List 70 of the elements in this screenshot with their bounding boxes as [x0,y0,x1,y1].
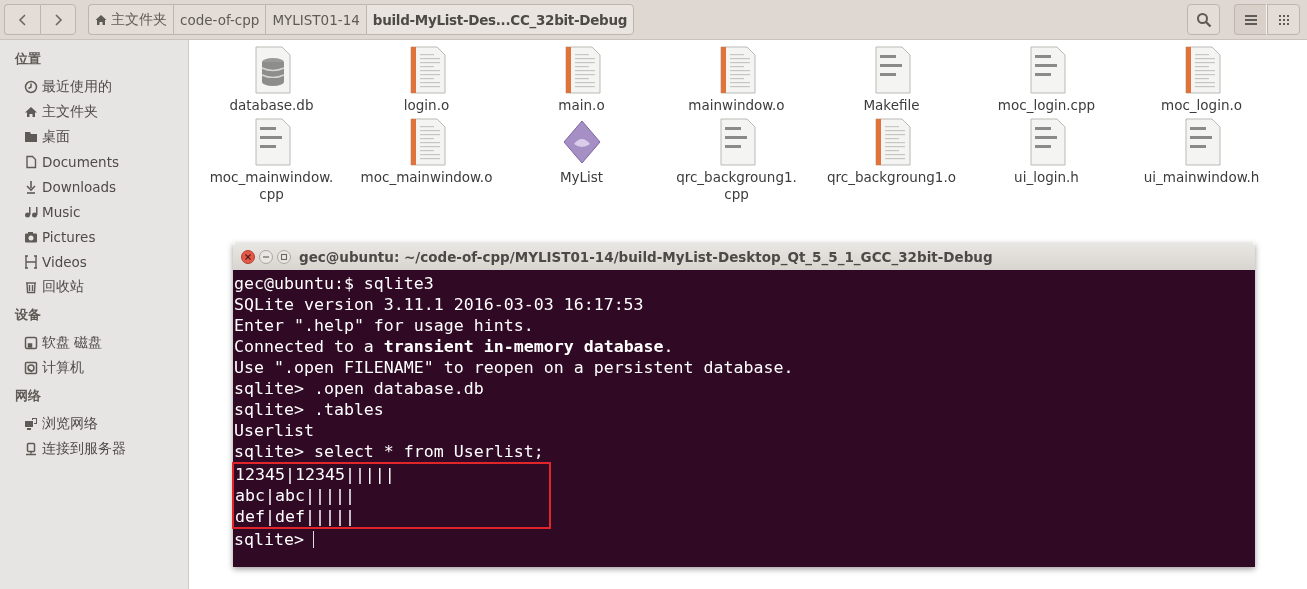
home-icon [95,13,107,26]
sidebar-item[interactable]: 最近使用的 [24,74,112,99]
home-icon [24,104,38,119]
section-heading: 网络 [14,387,42,405]
file-name[interactable]: moc_mainwindow.o [360,169,493,186]
file-name[interactable]: database.db [229,97,314,114]
terminal-line: 12345|12345||||| [235,464,395,485]
terminal-line: def|def||||| [235,506,355,527]
file-name[interactable]: moc_login.cpp [997,97,1096,114]
grid-view-button[interactable] [1267,4,1300,35]
sidebar-item[interactable]: Pictures [24,224,96,249]
terminal-line: SQLite version 3.11.1 2016-03-03 16:17:53 [234,294,644,315]
sidebar-item[interactable]: Downloads [24,174,117,199]
path-button[interactable]: build-MyList-Des...CC_32bit-Debug [365,4,635,35]
section-heading: 位置 [13,50,42,68]
list-view-button[interactable] [1234,4,1267,35]
terminal-line: sqlite> [234,529,304,550]
maximize-button[interactable] [277,249,291,264]
camera-icon [24,229,38,244]
download-icon [24,179,38,194]
file-name[interactable]: moc_mainwindow. cpp [209,169,334,203]
file-name[interactable]: ui_mainwindow.h [1143,169,1260,186]
text-cursor [312,531,314,548]
section-heading: 设备 [14,306,42,324]
terminal-line: sqlite> .open database.db [234,378,484,399]
film-icon [24,254,38,269]
sidebar-item[interactable]: Videos [24,249,87,274]
drive-icon [24,335,38,350]
sidebar-item[interactable]: Music [24,199,81,224]
server-icon [24,441,38,456]
document-icon [24,154,38,169]
search-icon [1195,11,1212,28]
computer-icon [24,360,38,375]
sidebar-item[interactable]: 浏览网络 [24,411,98,436]
trash-icon [24,279,38,294]
terminal-line: abc|abc||||| [235,485,355,506]
path-button[interactable]: MYLIST01-14 [265,4,366,35]
search-button[interactable] [1187,4,1220,35]
file-name[interactable]: main.o [558,97,605,114]
diamond-icon [561,118,602,166]
terminal-line: gec@ubuntu:$ sqlite3 [234,273,434,294]
terminal-line: sqlite> select * from Userlist; [234,441,544,462]
window-title: gec@ubuntu: ~/code-of-cpp/MYLIST01-14/build-MyList-Desktop_Qt_5_5_1_GCC_32bit-Debug [299,248,993,265]
close-button[interactable] [241,249,255,264]
music-icon [24,204,38,219]
sidebar-item[interactable]: 回收站 [24,274,84,299]
path-button[interactable]: code-of-cpp [173,4,266,35]
terminal-line: Userlist [234,420,314,441]
file-name[interactable]: mainwindow.o [688,97,785,114]
sidebar-item[interactable]: 连接到服务器 [24,436,126,461]
path-button[interactable]: 主文件夹 [88,4,173,35]
folder-icon [24,129,38,144]
terminal-line: Enter ".help" for usage hints. [234,315,534,336]
network-icon [24,416,38,431]
terminal-line: sqlite> .tables [234,399,384,420]
file-name[interactable]: qrc_backgroung1. cpp [676,169,797,203]
file-name[interactable]: MyList [559,169,604,186]
file-name[interactable]: Makefile [863,97,920,114]
sidebar-item[interactable]: 计算机 [24,355,84,380]
sidebar-item[interactable]: 桌面 [24,124,70,149]
recent-icon [24,79,38,94]
terminal-line: Connected to a transient in-memory database. [234,336,674,357]
sidebar-item[interactable]: 软盘 磁盘 [24,330,103,355]
file-name[interactable]: login.o [403,97,450,114]
sidebar-item[interactable]: Documents [24,149,119,174]
file-name[interactable]: qrc_backgroung1.o [827,169,956,186]
file-name[interactable]: moc_login.o [1161,97,1242,114]
file-name[interactable]: ui_login.h [1014,169,1079,186]
terminal-line: Use ".open FILENAME" to reopen on a persistent database. [234,357,794,378]
sidebar-item[interactable]: 主文件夹 [24,99,98,124]
